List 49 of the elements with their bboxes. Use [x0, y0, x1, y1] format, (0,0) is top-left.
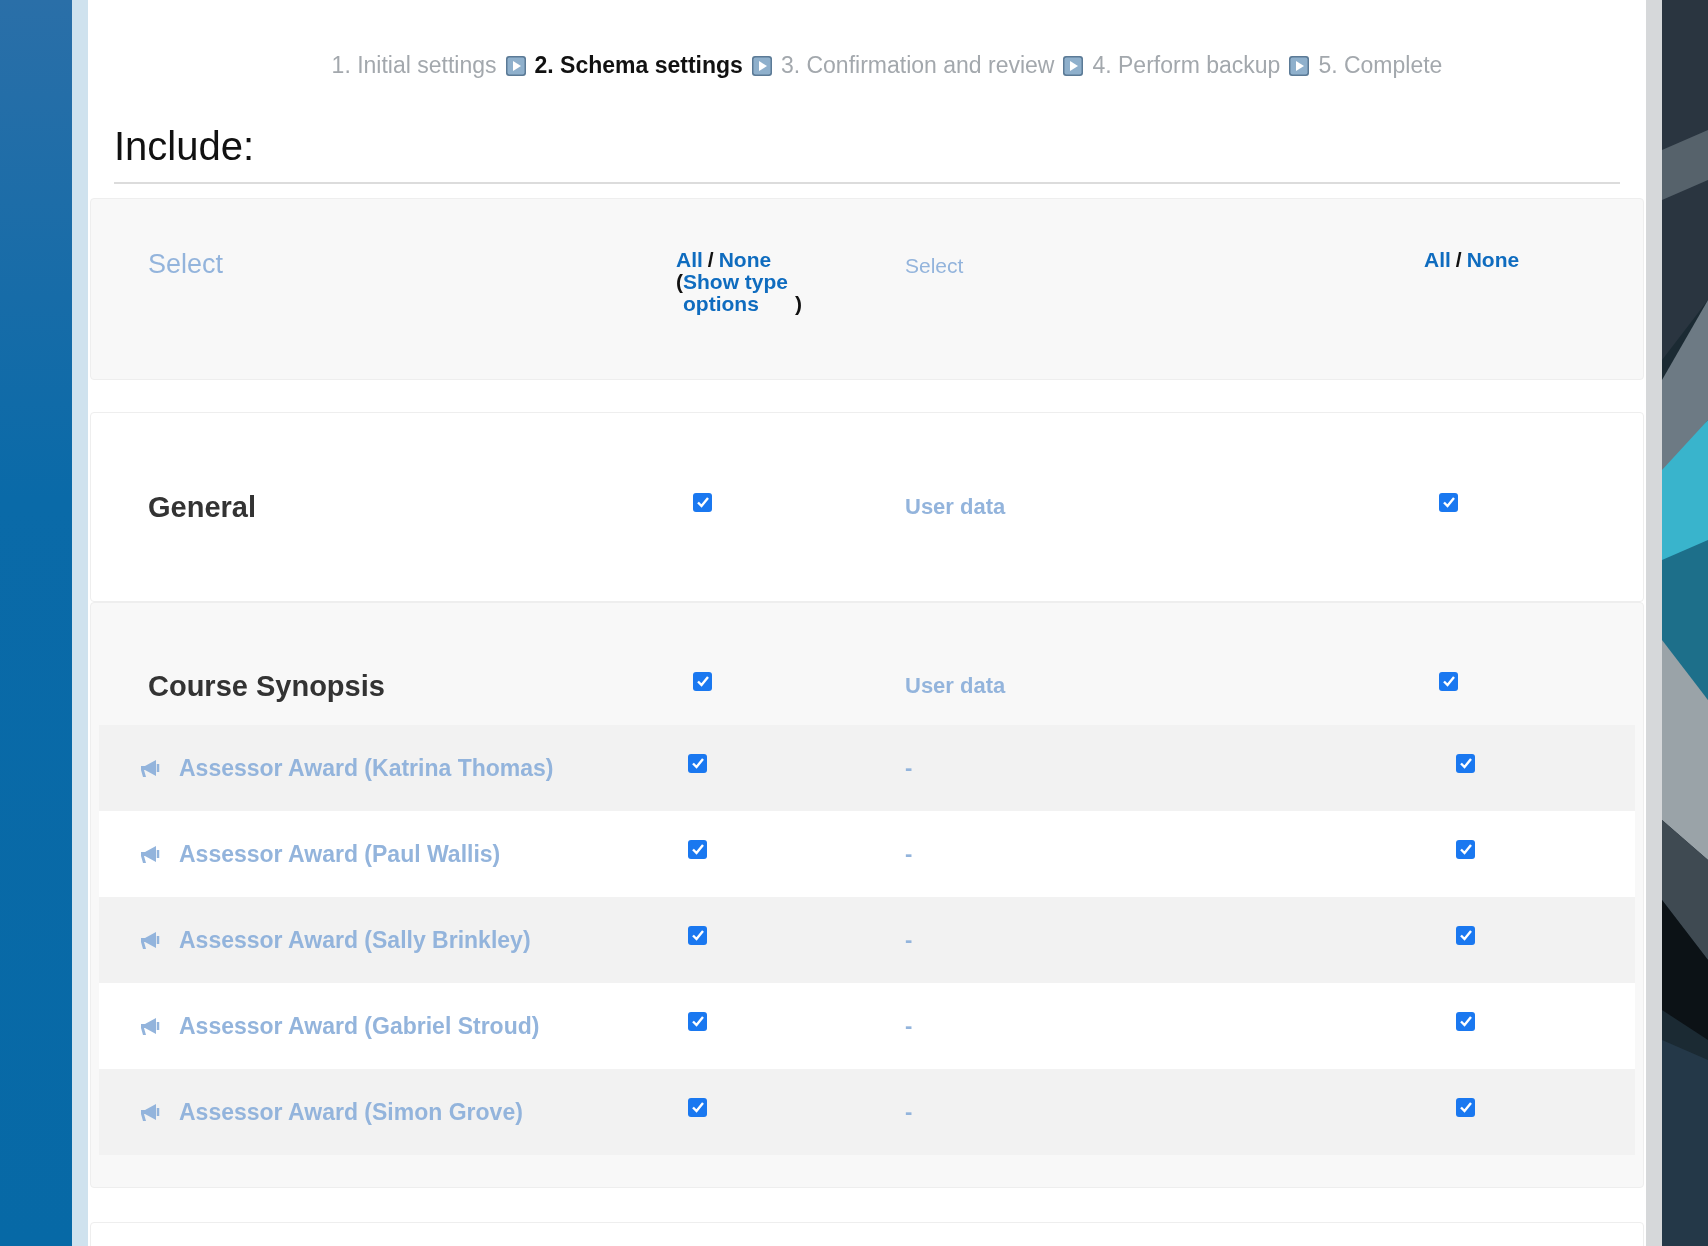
user-data-text: - — [905, 841, 914, 867]
play-icon — [504, 54, 527, 77]
checkbox[interactable] — [1456, 925, 1475, 945]
checkbox[interactable] — [1456, 839, 1475, 859]
checkbox[interactable] — [1456, 1011, 1475, 1031]
breadcrumb-step: 1. Initial settings — [331, 52, 497, 79]
select-link[interactable]: None — [1466, 249, 1520, 271]
checkbox[interactable] — [688, 1011, 707, 1031]
punctuation-text: ) — [795, 293, 802, 315]
select-link[interactable]: All — [676, 249, 703, 271]
play-icon — [750, 54, 773, 77]
select-link[interactable]: All — [1424, 249, 1451, 271]
checkbox[interactable] — [688, 1097, 707, 1117]
user-data-text: - — [905, 755, 914, 781]
checkbox[interactable] — [693, 492, 712, 512]
checkbox[interactable] — [693, 671, 712, 691]
user-data-text: - — [905, 1013, 914, 1039]
checkbox[interactable] — [688, 839, 707, 859]
breadcrumb-step: 3. Confirmation and review — [780, 52, 1055, 79]
play-icon — [1288, 54, 1311, 77]
column-label: Select — [905, 253, 965, 278]
section-heading: Include: — [114, 123, 256, 170]
activity-name: Assessor Award (Gabriel Stroud) — [179, 1012, 541, 1040]
checkbox[interactable] — [1456, 1097, 1475, 1117]
activity-name: Assessor Award (Simon Grove) — [179, 1098, 524, 1126]
user-data-label: User data — [905, 673, 1007, 699]
column-label: Select — [148, 249, 225, 280]
activity-name: Assessor Award (Paul Wallis) — [179, 840, 502, 868]
section-title: Course Synopsis — [148, 669, 386, 703]
activity-name: Assessor Award (Sally Brinkley) — [179, 926, 532, 954]
play-icon — [1062, 54, 1085, 77]
user-data-label: User data — [905, 494, 1007, 520]
breadcrumb-step: 2. Schema settings — [534, 52, 743, 79]
activity-name: Assessor Award (Katrina Thomas) — [179, 754, 555, 782]
breadcrumb-step: 4. Perform backup — [1092, 52, 1281, 79]
punctuation-text: ( — [676, 271, 683, 293]
checkbox[interactable] — [1439, 671, 1458, 691]
punctuation-text: / — [1455, 249, 1462, 271]
checkbox[interactable] — [688, 925, 707, 945]
user-data-text: - — [905, 927, 914, 953]
punctuation-text: / — [707, 249, 714, 271]
select-link[interactable]: Show type options — [683, 271, 795, 315]
user-data-text: - — [905, 1099, 914, 1125]
select-link[interactable]: None — [718, 249, 772, 271]
breadcrumb-step: 5. Complete — [1318, 52, 1443, 79]
checkbox[interactable] — [688, 753, 707, 773]
checkbox[interactable] — [1456, 753, 1475, 773]
checkbox[interactable] — [1439, 492, 1458, 512]
section-title: General — [148, 490, 257, 524]
